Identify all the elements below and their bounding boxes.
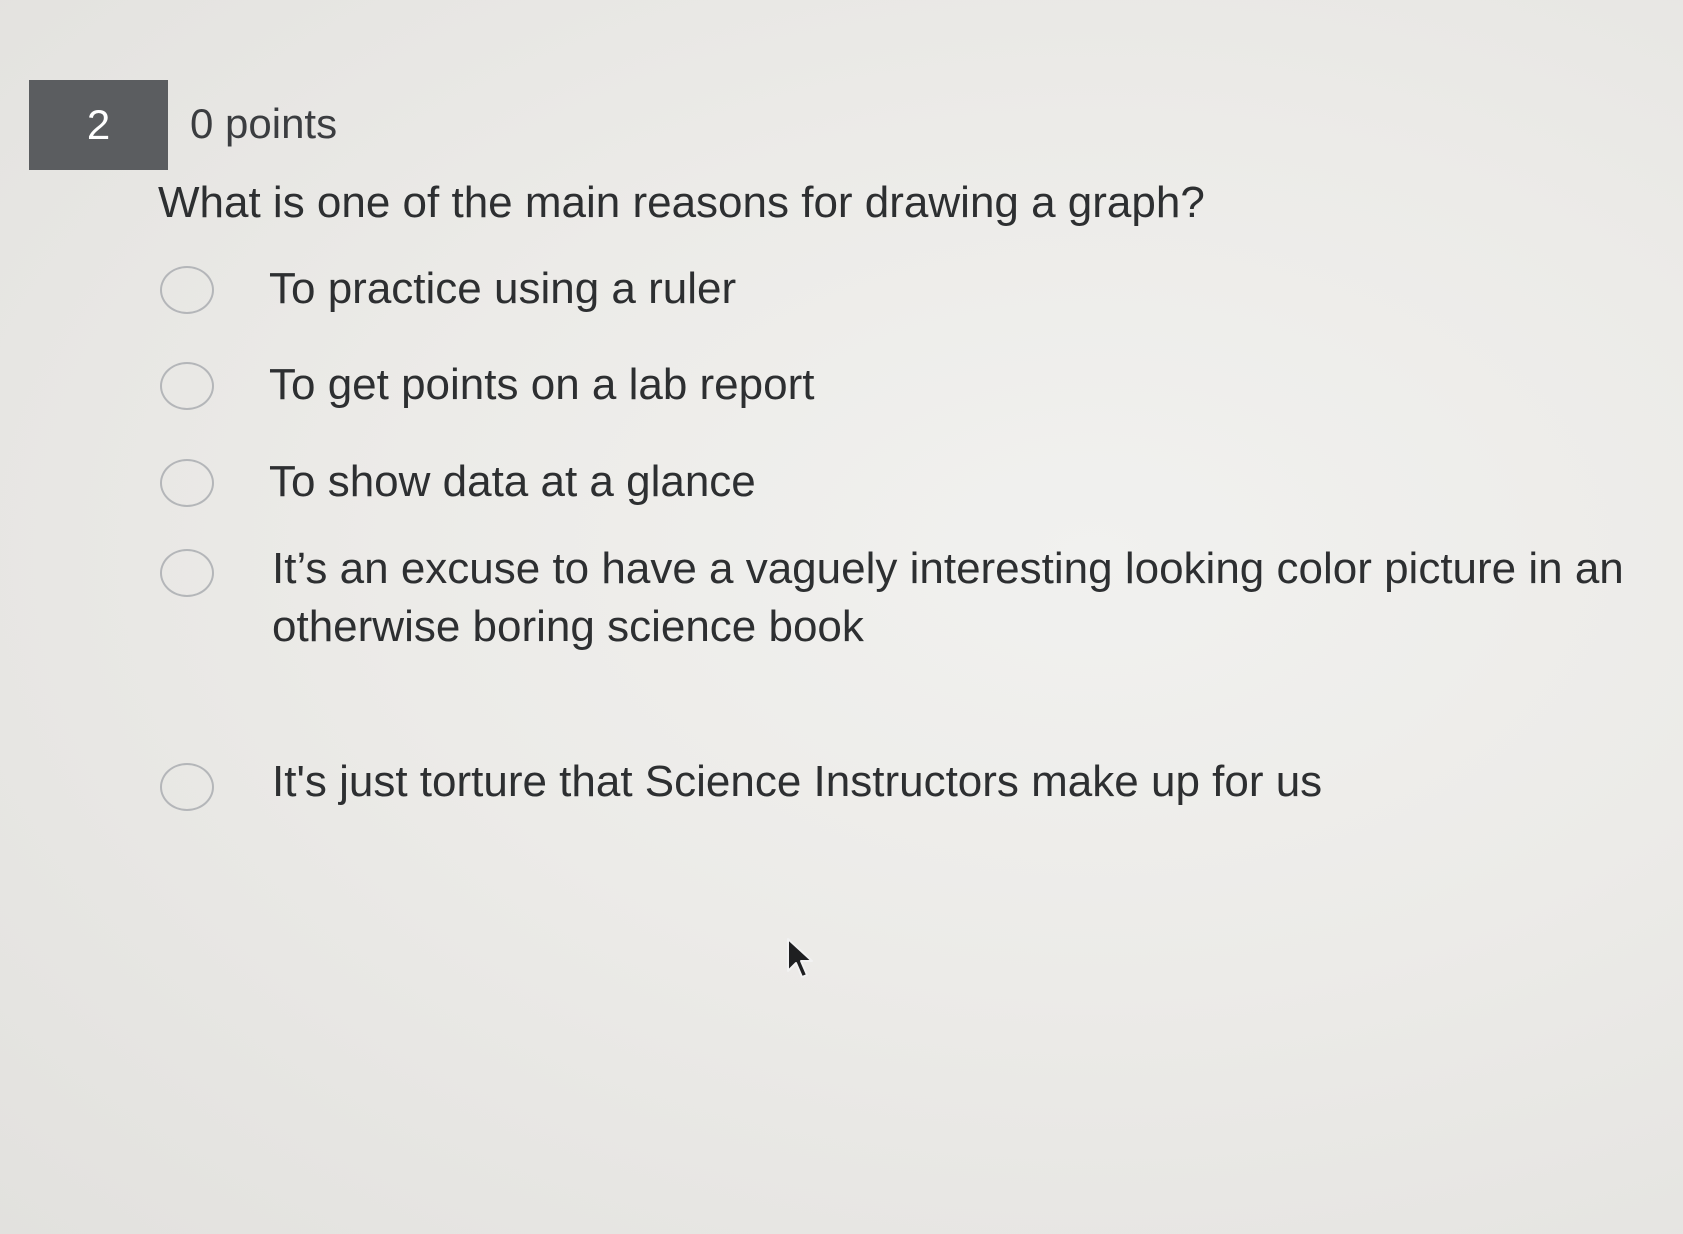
answer-option-1[interactable]: To practice using a ruler	[160, 264, 736, 318]
answer-option-3[interactable]: To show data at a glance	[160, 457, 756, 511]
radio-button-icon[interactable]	[160, 549, 214, 597]
radio-button-icon[interactable]	[160, 266, 214, 314]
answer-option-label: To get points on a lab report	[269, 360, 815, 409]
question-number: 2	[86, 101, 111, 148]
question-number-badge: 2	[29, 80, 168, 170]
answer-option-label: To show data at a glance	[269, 457, 756, 506]
radio-button-icon[interactable]	[160, 362, 214, 410]
answer-option-label: It's just torture that Science Instructo…	[272, 757, 1323, 806]
question-text: What is one of the main reasons for draw…	[158, 178, 1205, 227]
quiz-page: 2 0 points What is one of the main reaso…	[0, 0, 1683, 1234]
radio-button-icon[interactable]	[160, 459, 214, 507]
answer-option-4[interactable]: It’s an excuse to have a vaguely interes…	[160, 544, 1642, 656]
answer-option-2[interactable]: To get points on a lab report	[160, 360, 814, 414]
answer-option-label: To practice using a ruler	[269, 264, 737, 313]
question-points: 0 points	[190, 100, 338, 147]
answer-option-label: It’s an excuse to have a vaguely interes…	[272, 544, 1624, 651]
mouse-cursor-icon	[787, 938, 813, 978]
answer-option-5[interactable]: It's just torture that Science Instructo…	[160, 757, 1322, 811]
radio-button-icon[interactable]	[160, 763, 214, 811]
